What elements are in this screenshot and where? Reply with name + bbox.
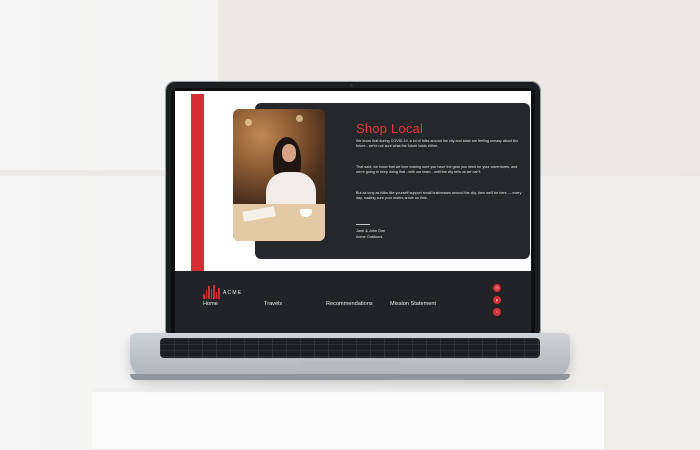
signature: Jane & John Doe Acme Outdoors <box>356 229 526 240</box>
lamp-light <box>296 115 303 122</box>
pinterest-icon[interactable]: p <box>493 296 501 304</box>
acme-logo-icon[interactable] <box>203 285 220 299</box>
hero-paragraph: But as long as folks like yourself suppo… <box>356 191 522 201</box>
hero-title: Shop Local <box>356 121 424 136</box>
trackpad <box>300 361 400 370</box>
nav-recommendations[interactable]: Recommendations <box>326 301 373 307</box>
hero-paragraph: That said, we know that we love making s… <box>356 165 518 175</box>
lamp-light <box>245 119 252 126</box>
signature-company: Acme Outdoors <box>356 234 383 239</box>
accent-bar <box>191 94 204 271</box>
nav-mission-statement[interactable]: Mission Statement <box>390 301 436 307</box>
camera-icon <box>350 84 353 87</box>
laptop-screen: Shop Local We know that during COVID-19,… <box>175 91 531 333</box>
hero-photo <box>233 109 325 241</box>
signature-divider <box>356 224 370 225</box>
hero-section: Shop Local We know that during COVID-19,… <box>175 91 531 271</box>
instagram-icon[interactable]: ◎ <box>493 284 501 292</box>
pedestal <box>92 392 604 450</box>
laptop-base-lip <box>130 374 570 380</box>
logo-text: ACME <box>223 290 243 296</box>
photo-face <box>282 144 296 162</box>
site-footer: ACME Home Travels Recommendations Missio… <box>175 271 531 333</box>
hero-paragraph: We know that during COVID-19, a lot of f… <box>356 139 519 149</box>
twitter-icon[interactable]: t <box>493 308 501 316</box>
keyboard <box>160 338 540 358</box>
nav-travels[interactable]: Travels <box>264 301 282 307</box>
nav-home[interactable]: Home <box>203 301 218 307</box>
